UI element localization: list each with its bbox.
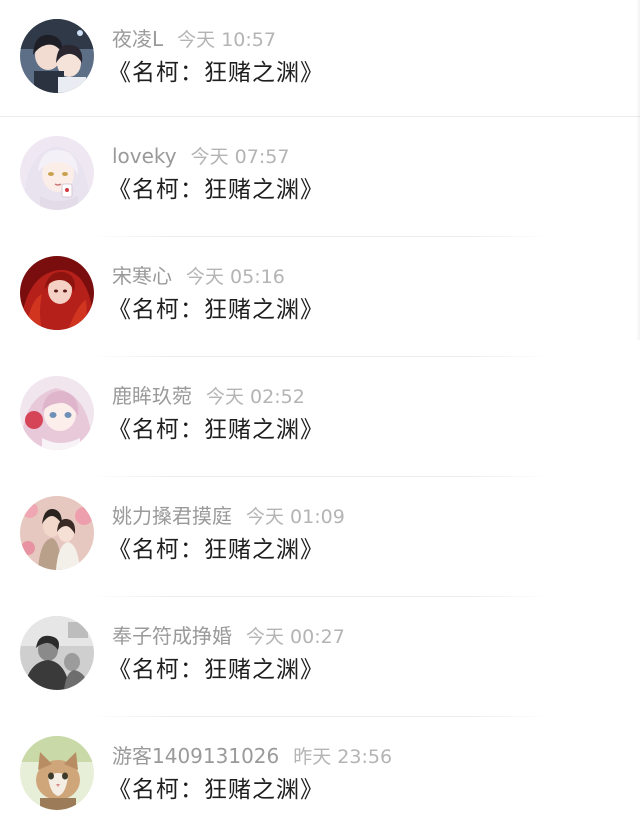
user-name[interactable]: 夜凌L xyxy=(112,27,163,51)
comment-meta: 夜凌L 今天 10:57 xyxy=(112,26,276,54)
comment-meta: 姚力搡君摸庭 今天 01:09 xyxy=(112,503,345,531)
ancient-costume-couple-avatar-icon[interactable] xyxy=(20,496,94,570)
user-name[interactable]: 奉子符成挣婚 xyxy=(112,624,232,648)
white-haired-girl-avatar-icon[interactable] xyxy=(20,136,94,210)
user-name[interactable]: 姚力搡君摸庭 xyxy=(112,504,232,528)
comment-text: 《名柯：狂赌之渊》 xyxy=(108,297,324,323)
comment-item[interactable]: 夜凌L 今天 10:57 《名柯：狂赌之渊》 xyxy=(0,0,640,117)
comment-time: 昨天 23:56 xyxy=(293,746,393,768)
user-name[interactable]: 鹿眸玖菀 xyxy=(112,384,192,408)
comment-meta: 游客1409131026 昨天 23:56 xyxy=(112,743,392,771)
comment-text: 《名柯：狂赌之渊》 xyxy=(108,657,324,683)
grayscale-couple-avatar-icon[interactable] xyxy=(20,616,94,690)
comment-item[interactable]: 宋寒心 今天 05:16 《名柯：狂赌之渊》 xyxy=(0,237,640,357)
scroll-indicator xyxy=(636,0,640,340)
comment-item[interactable]: 游客1409131026 昨天 23:56 《名柯：狂赌之渊》 xyxy=(0,717,640,837)
comment-item[interactable]: 姚力搡君摸庭 今天 01:09 《名柯：狂赌之渊》 xyxy=(0,477,640,597)
anime-couple-avatar-icon[interactable] xyxy=(20,19,94,93)
comment-item[interactable]: 鹿眸玖菀 今天 02:52 《名柯：狂赌之渊》 xyxy=(0,357,640,477)
comment-meta: 鹿眸玖菀 今天 02:52 xyxy=(112,383,305,411)
comment-item[interactable]: loveky 今天 07:57 《名柯：狂赌之渊》 xyxy=(0,117,640,237)
comment-time: 今天 10:57 xyxy=(177,29,276,51)
comment-time: 今天 07:57 xyxy=(190,146,290,168)
comment-text: 《名柯：狂赌之渊》 xyxy=(108,417,324,443)
comment-text: 《名柯：狂赌之渊》 xyxy=(108,177,324,203)
cat-avatar-icon[interactable] xyxy=(20,736,94,810)
comment-meta: 宋寒心 今天 05:16 xyxy=(112,263,285,291)
pink-haired-girl-avatar-icon[interactable] xyxy=(20,376,94,450)
comment-text: 《名柯：狂赌之渊》 xyxy=(108,777,324,803)
comment-item[interactable]: 奉子符成挣婚 今天 00:27 《名柯：狂赌之渊》 xyxy=(0,597,640,717)
red-haired-girl-avatar-icon[interactable] xyxy=(20,256,94,330)
comment-meta: loveky 今天 07:57 xyxy=(112,143,289,171)
comment-time: 今天 05:16 xyxy=(186,266,285,288)
comment-text: 《名柯：狂赌之渊》 xyxy=(108,537,324,563)
user-name[interactable]: 宋寒心 xyxy=(112,264,172,288)
user-name[interactable]: 游客1409131026 xyxy=(112,744,279,768)
comment-text: 《名柯：狂赌之渊》 xyxy=(108,60,324,86)
comment-time: 今天 02:52 xyxy=(206,386,305,408)
comment-time: 今天 00:27 xyxy=(246,626,345,648)
comment-time: 今天 01:09 xyxy=(246,506,345,528)
comment-meta: 奉子符成挣婚 今天 00:27 xyxy=(112,623,345,651)
user-name[interactable]: loveky xyxy=(112,144,177,168)
comment-list: 夜凌L 今天 10:57 《名柯：狂赌之渊》 loveky 今天 07:57 《名柯… xyxy=(0,0,640,837)
